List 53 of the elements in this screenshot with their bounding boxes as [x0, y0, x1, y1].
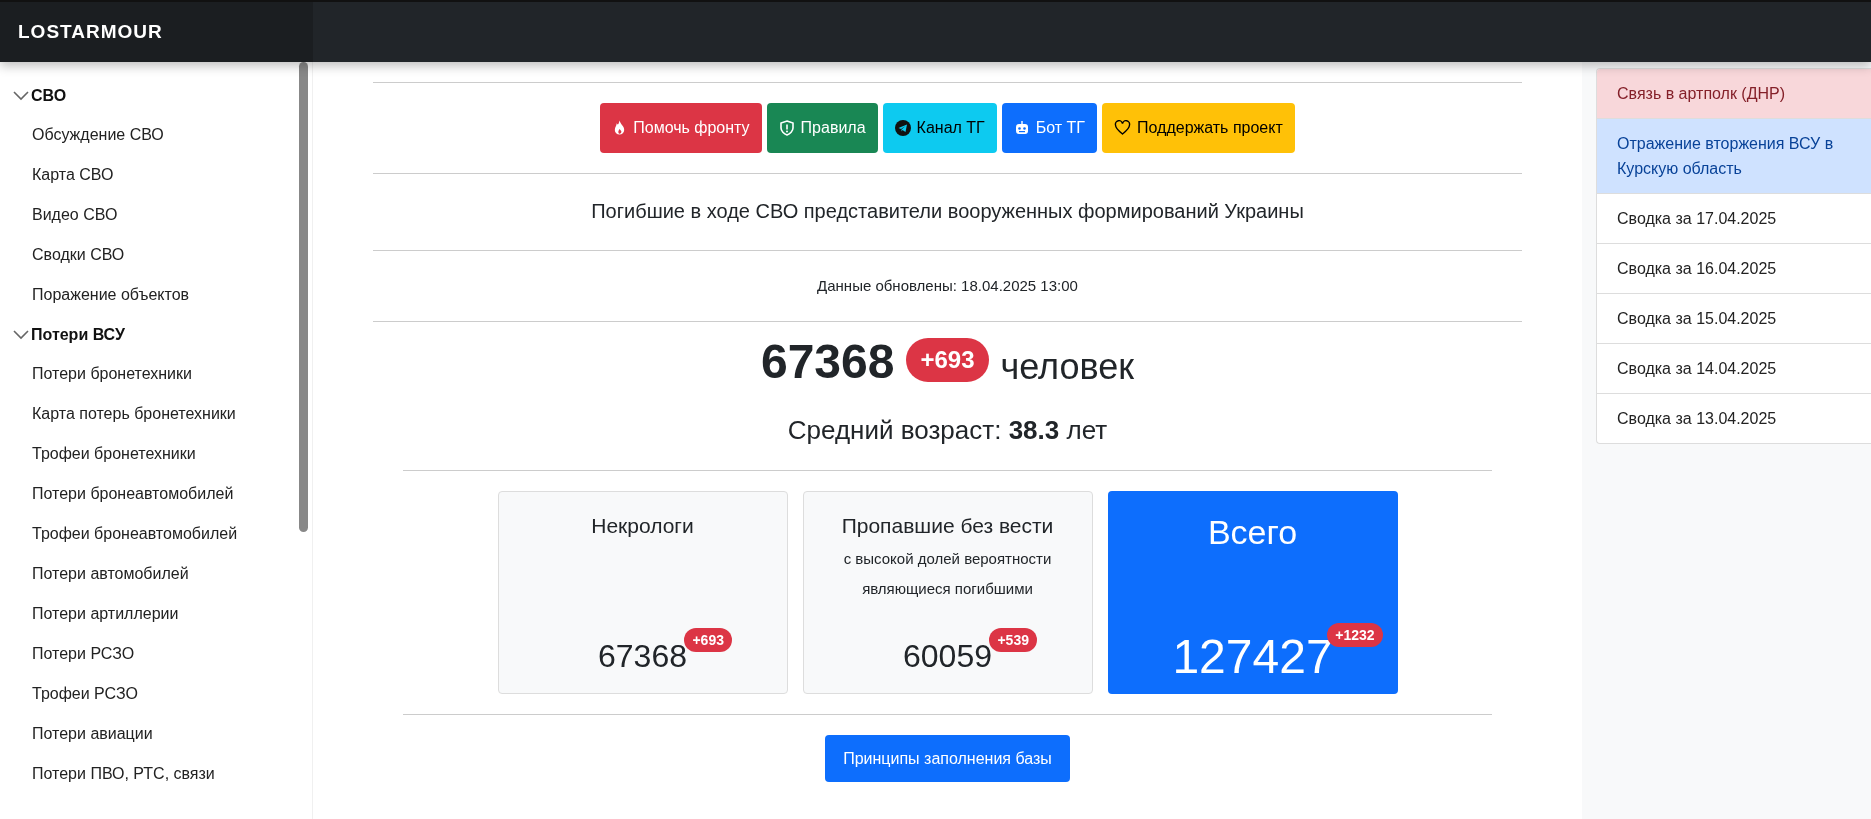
site-logo[interactable]: LOSTARMOUR — [18, 21, 163, 43]
sidebar-item[interactable]: Карта потерь бронетехники — [0, 394, 312, 434]
action-button[interactable]: Правила — [766, 103, 878, 153]
sidebar-item[interactable]: Потери авиации — [0, 714, 312, 754]
delta-badge: +693 — [906, 338, 989, 382]
news-item[interactable]: Отражение вторжения ВСУ в Курскую область — [1597, 119, 1871, 194]
sidebar-group[interactable]: СВО — [0, 76, 312, 115]
sidebar-item[interactable]: Потери ПВО, РТС, связи — [0, 754, 312, 794]
sidebar-item[interactable]: Сводки СВО — [0, 235, 312, 275]
shield-icon — [778, 120, 795, 136]
sidebar-item[interactable]: Потери автомобилей — [0, 554, 312, 594]
chevron-icon — [13, 329, 29, 340]
sidebar-item[interactable]: Видео СВО — [0, 195, 312, 235]
delta-badge: +693 — [684, 628, 732, 652]
action-button[interactable]: Поддержать проект — [1102, 103, 1295, 153]
news-item[interactable]: Сводка за 15.04.2025 — [1597, 294, 1871, 344]
total-count: 67368 — [760, 334, 895, 389]
news-item[interactable]: Сводка за 14.04.2025 — [1597, 344, 1871, 394]
news-item[interactable]: Сводка за 17.04.2025 — [1597, 194, 1871, 244]
card-title: Всего — [1207, 513, 1298, 552]
page-title: Погибшие в ходе СВО представители вооруженных формирований Украины — [590, 199, 1305, 224]
scrollbar[interactable] — [299, 62, 308, 532]
average-age: Средний возраст: 38.3 лет — [786, 414, 1109, 447]
card-title: Пропавшие без вести — [841, 514, 1054, 538]
chevron-icon — [13, 90, 29, 101]
sidebar-item[interactable]: Обсуждение СВО — [0, 115, 312, 155]
card-subtitle: с высокой долей вероятности являющиеся погибшими — [842, 549, 1053, 599]
sidebar-item[interactable]: Трофеи РСЗО — [0, 674, 312, 714]
card-value: 67368 — [598, 638, 687, 674]
card-title: Некрологи — [591, 514, 694, 538]
update-time: Данные обновлены: 18.04.2025 13:00 — [816, 276, 1079, 296]
sidebar-item[interactable]: Карта СВО — [0, 155, 312, 195]
news-item[interactable]: Сводка за 16.04.2025 — [1597, 244, 1871, 294]
action-button[interactable]: Канал ТГ — [882, 103, 997, 153]
sidebar-item[interactable]: Потери бронетехники — [0, 354, 312, 394]
sidebar-item[interactable]: Потери РСЗО — [0, 634, 312, 674]
news-item[interactable]: Сводка за 13.04.2025 — [1597, 394, 1871, 443]
action-button[interactable]: Помочь фронту — [600, 103, 762, 153]
heart-icon — [1114, 120, 1131, 136]
sidebar-item[interactable]: Потери бронеавтомобилей — [0, 474, 312, 514]
action-button[interactable]: Бот ТГ — [1001, 103, 1097, 153]
unit-label: человек — [1000, 344, 1135, 388]
sidebar-group[interactable]: Потери ВСУ — [0, 315, 312, 354]
sidebar-item[interactable]: Потери артиллерии — [0, 594, 312, 634]
delta-badge: +539 — [989, 628, 1037, 652]
card-value: 60059 — [903, 638, 992, 674]
principles-button[interactable]: Принципы заполнения базы — [825, 735, 1070, 782]
telegram-icon — [894, 120, 911, 136]
robot-icon — [1013, 120, 1030, 136]
sidebar-item[interactable]: Трофеи бронетехники — [0, 434, 312, 474]
sidebar-item[interactable]: Трофеи бронеавтомобилей — [0, 514, 312, 554]
news-item[interactable]: Связь в артполк (ДНР) — [1597, 69, 1871, 119]
sidebar-item[interactable]: Поражение объектов — [0, 275, 312, 315]
